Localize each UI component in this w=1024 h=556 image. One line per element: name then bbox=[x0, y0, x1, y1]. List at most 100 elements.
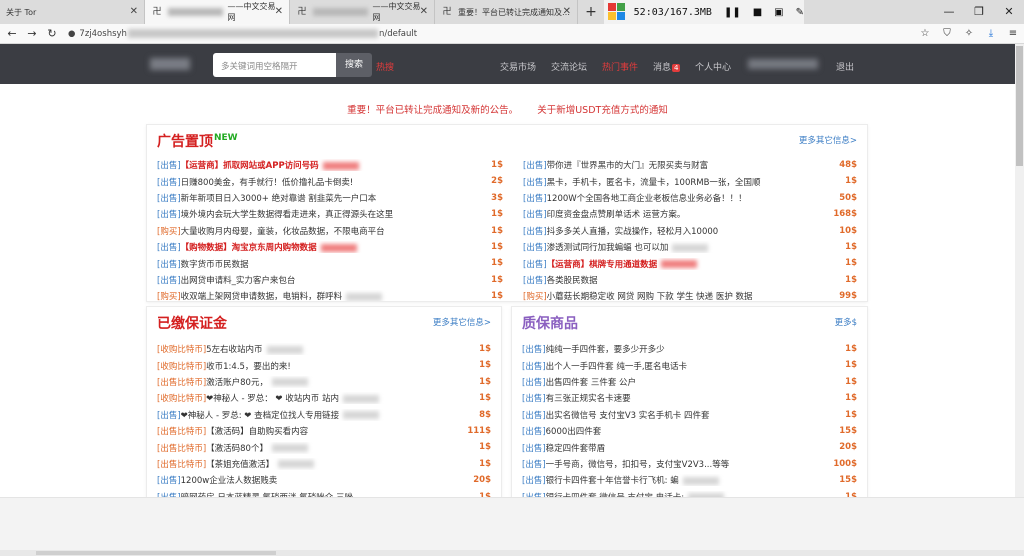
tab-trading-site-active[interactable]: 卍 ——中文交易网 ✕ bbox=[145, 0, 290, 24]
list-item[interactable]: [出售] 稳定四件套带盾 20$ bbox=[522, 439, 857, 455]
list-item[interactable]: [出售] 印度资金盘点赞刷单话术 运营方案。 168$ bbox=[523, 206, 857, 222]
list-item[interactable]: [出售比特币] 激活账户80元， 1$ bbox=[157, 374, 491, 390]
item-title[interactable]: 小蘑菇长期稳定收 网贷 网购 下款 学生 快递 医护 数据 bbox=[547, 290, 857, 301]
list-item[interactable]: [出售] 【购物数据】淘宝京东周内购物数据 1$ bbox=[157, 239, 503, 255]
maximize-icon[interactable]: ❐ bbox=[964, 0, 994, 24]
item-title[interactable]: 抖多多关人直播，实战操作，轻松月入10000 bbox=[547, 225, 857, 237]
list-item[interactable]: [出售] 纯纯一手四件套，要多少开多少 1$ bbox=[522, 341, 857, 357]
download-icon[interactable]: ⤓ bbox=[980, 28, 1002, 39]
item-title[interactable]: 出个人一手四件套 纯一手,匿名电话卡 bbox=[546, 360, 857, 372]
shield-icon[interactable]: ⛉ bbox=[936, 28, 958, 39]
list-item[interactable]: [购买] 收双端上架网贷申请数据，电销料，群呼料 1$ bbox=[157, 288, 503, 301]
horizontal-scrollbar[interactable] bbox=[0, 550, 1024, 556]
nav-messages[interactable]: 消息 4 bbox=[653, 60, 681, 73]
item-title[interactable]: ❤神秘人 - 罗总: ❤ 查档定位找人专用链接 bbox=[181, 409, 491, 421]
minimize-icon[interactable]: — bbox=[934, 0, 964, 24]
list-item[interactable]: [出售] 日赚800美金，有手就行！低价撸礼品卡倒卖! 2$ bbox=[157, 173, 503, 189]
nav-forum[interactable]: 交流论坛 bbox=[551, 60, 587, 73]
close-icon[interactable]: ✕ bbox=[130, 6, 138, 17]
list-item[interactable]: [收购比特币] ❤神秘人 - 罗总： ❤ 收站内币 站内 1$ bbox=[157, 390, 491, 406]
list-item[interactable]: [出售] 【运营商】棋牌专用通道数据 1$ bbox=[523, 255, 857, 271]
screenshot-icon[interactable]: ▣ bbox=[774, 7, 783, 18]
item-title[interactable]: 激活账户80元， bbox=[206, 376, 491, 388]
vertical-scrollbar[interactable] bbox=[1015, 44, 1024, 500]
item-title[interactable]: 出实名微信号 支付宝V3 实名手机卡 四件套 bbox=[546, 409, 857, 421]
item-title[interactable]: 黑卡，手机卡，匿名卡，流量卡，100RMB一张，全国顺 bbox=[547, 176, 857, 188]
scrollbar-thumb[interactable] bbox=[1016, 46, 1023, 166]
list-item[interactable]: [出售] 一手号商，微信号，扣扣号，支付宝V2V3...等等 100$ bbox=[522, 456, 857, 472]
star-icon[interactable]: ☆ bbox=[914, 28, 936, 39]
item-title[interactable]: 数字货币币民数据 bbox=[181, 258, 503, 270]
forward-icon[interactable]: → bbox=[24, 27, 40, 40]
list-item[interactable]: [出售] 1200w企业法人数据贱卖 20$ bbox=[157, 472, 491, 488]
item-title[interactable]: 6000出四件套 bbox=[546, 425, 857, 437]
item-title[interactable]: 大量收购月内母婴，童装，化妆品数据，不限电商平台 bbox=[181, 225, 503, 237]
list-item[interactable]: [出售] 境外境内会玩大学生数据得看走进来，真正得源头在这里 1$ bbox=[157, 206, 503, 222]
item-title[interactable]: 有三张正规实名卡速要 bbox=[546, 392, 857, 404]
list-item[interactable]: [出售] 6000出四件套 15$ bbox=[522, 423, 857, 439]
hot-search-link[interactable]: 热搜 bbox=[376, 60, 394, 73]
tab-notice[interactable]: 卍 重要！平台已转让完成通知及… ✕ bbox=[435, 0, 578, 24]
list-item[interactable]: [出售] 有三张正规实名卡速要 1$ bbox=[522, 390, 857, 406]
logout-link[interactable]: 退出 bbox=[836, 60, 854, 73]
nav-profile[interactable]: 个人中心 bbox=[695, 60, 731, 73]
close-icon[interactable]: ✕ bbox=[563, 6, 571, 17]
list-item[interactable]: [出售] 出实名微信号 支付宝V3 实名手机卡 四件套 1$ bbox=[522, 407, 857, 423]
list-item[interactable]: [出售] 各类股民数据 1$ bbox=[523, 272, 857, 288]
pause-icon[interactable]: ❚❚ bbox=[724, 7, 741, 18]
list-item[interactable]: [出售] 【运营商】抓取网站或APP访问号码 1$ bbox=[157, 157, 503, 173]
close-window-icon[interactable]: ✕ bbox=[994, 0, 1024, 24]
tab-trading-site[interactable]: 卍 ——中文交易网 ✕ bbox=[290, 0, 435, 24]
list-item[interactable]: [出售] 抖多多关人直播，实战操作，轻松月入10000 10$ bbox=[523, 223, 857, 239]
list-item[interactable]: [出售比特币] 【激活码80个】 1$ bbox=[157, 439, 491, 455]
list-item[interactable]: [出售] 新年新项目日入3000+ 绝对靠谱 割韭菜先一户口本 3$ bbox=[157, 190, 503, 206]
nav-market[interactable]: 交易市场 bbox=[500, 60, 536, 73]
item-title[interactable]: 5左右收站内币 bbox=[206, 343, 491, 355]
url-field[interactable]: ● 7zj4oshsyh n/default bbox=[68, 26, 868, 42]
list-item[interactable]: [出售] 渗透测试同行加我蝙蝠 也可以加 1$ bbox=[523, 239, 857, 255]
list-item[interactable]: [出售] ❤神秘人 - 罗总: ❤ 查档定位找人专用链接 8$ bbox=[157, 407, 491, 423]
new-tab-button[interactable]: + bbox=[578, 0, 604, 24]
item-title[interactable]: 【茶姐充值激活】 bbox=[206, 458, 491, 470]
list-item[interactable]: [出售比特币] 【激活码】自助购买看内容 111$ bbox=[157, 423, 491, 439]
reload-icon[interactable]: ↻ bbox=[44, 27, 60, 40]
list-item[interactable]: [购买] 大量收购月内母婴，童装，化妆品数据，不限电商平台 1$ bbox=[157, 223, 503, 239]
item-title[interactable]: 1200W个全国各地工商企业老板信息业务必备！！！ bbox=[547, 192, 857, 204]
list-item[interactable]: [出售] 1200W个全国各地工商企业老板信息业务必备！！！ 50$ bbox=[523, 190, 857, 206]
close-icon[interactable]: ✕ bbox=[275, 6, 283, 17]
item-title[interactable]: 各类股民数据 bbox=[547, 274, 857, 286]
more-link[interactable]: 更多其它信息> bbox=[433, 316, 491, 328]
item-title[interactable]: 纯纯一手四件套，要多少开多少 bbox=[546, 343, 857, 355]
item-title[interactable]: 【激活码】自助购买看内容 bbox=[206, 425, 491, 437]
back-icon[interactable]: ← bbox=[4, 27, 20, 40]
item-title[interactable]: 渗透测试同行加我蝙蝠 也可以加 bbox=[547, 241, 857, 253]
more-link[interactable]: 更多其它信息> bbox=[799, 134, 857, 146]
item-title[interactable]: 带你进『世界黑市的大门』无限买卖与财富 bbox=[547, 159, 857, 171]
more-link[interactable]: 更多$ bbox=[835, 316, 857, 328]
notice-link[interactable]: 关于新增USDT充值方式的通知 bbox=[537, 105, 668, 116]
item-title[interactable]: 出售四件套 三件套 公户 bbox=[546, 376, 857, 388]
list-item[interactable]: [出售] 银行卡四件套十年信誉卡行飞机: 蝙 15$ bbox=[522, 472, 857, 488]
item-title[interactable]: 【运营商】抓取网站或APP访问号码 bbox=[181, 159, 503, 171]
list-item[interactable]: [出售] 黑卡，手机卡，匿名卡，流量卡，100RMB一张，全国顺 1$ bbox=[523, 173, 857, 189]
item-title[interactable]: 收币1:4.5，要出的来! bbox=[206, 360, 491, 372]
search-button[interactable]: 搜索 bbox=[336, 53, 372, 77]
notice-link[interactable]: 重要！平台已转让完成通知及新的公告。 bbox=[347, 105, 518, 116]
item-title[interactable]: 印度资金盘点赞刷单话术 运营方案。 bbox=[547, 208, 857, 220]
item-title[interactable]: 稳定四件套带盾 bbox=[546, 442, 857, 454]
menu-icon[interactable]: ≡ bbox=[1002, 28, 1024, 39]
list-item[interactable]: [出售] 带你进『世界黑市的大门』无限买卖与财富 48$ bbox=[523, 157, 857, 173]
item-title[interactable]: 境外境内会玩大学生数据得看走进来，真正得源头在这里 bbox=[181, 208, 503, 220]
pen-icon[interactable]: ✎ bbox=[796, 7, 804, 18]
tab-about-tor[interactable]: 关于 Tor ✕ bbox=[0, 0, 145, 24]
item-title[interactable]: 【激活码80个】 bbox=[206, 442, 491, 454]
item-title[interactable]: 1200w企业法人数据贱卖 bbox=[181, 474, 491, 486]
list-item[interactable]: [出售] 出个人一手四件套 纯一手,匿名电话卡 1$ bbox=[522, 357, 857, 373]
list-item[interactable]: [出售] 出网贷申请料_实力客户来包台 1$ bbox=[157, 272, 503, 288]
list-item[interactable]: [出售] 数字货币币民数据 1$ bbox=[157, 255, 503, 271]
list-item[interactable]: [收购比特币] 收币1:4.5，要出的来! 1$ bbox=[157, 357, 491, 373]
list-item[interactable]: [出售比特币] 【茶姐充值激活】 1$ bbox=[157, 456, 491, 472]
list-item[interactable]: [购买] 小蘑菇长期稳定收 网贷 网购 下款 学生 快递 医护 数据 99$ bbox=[523, 288, 857, 301]
search-input[interactable]: 多关键词用空格隔开 bbox=[213, 53, 336, 77]
scrollbar-thumb[interactable] bbox=[36, 551, 276, 555]
